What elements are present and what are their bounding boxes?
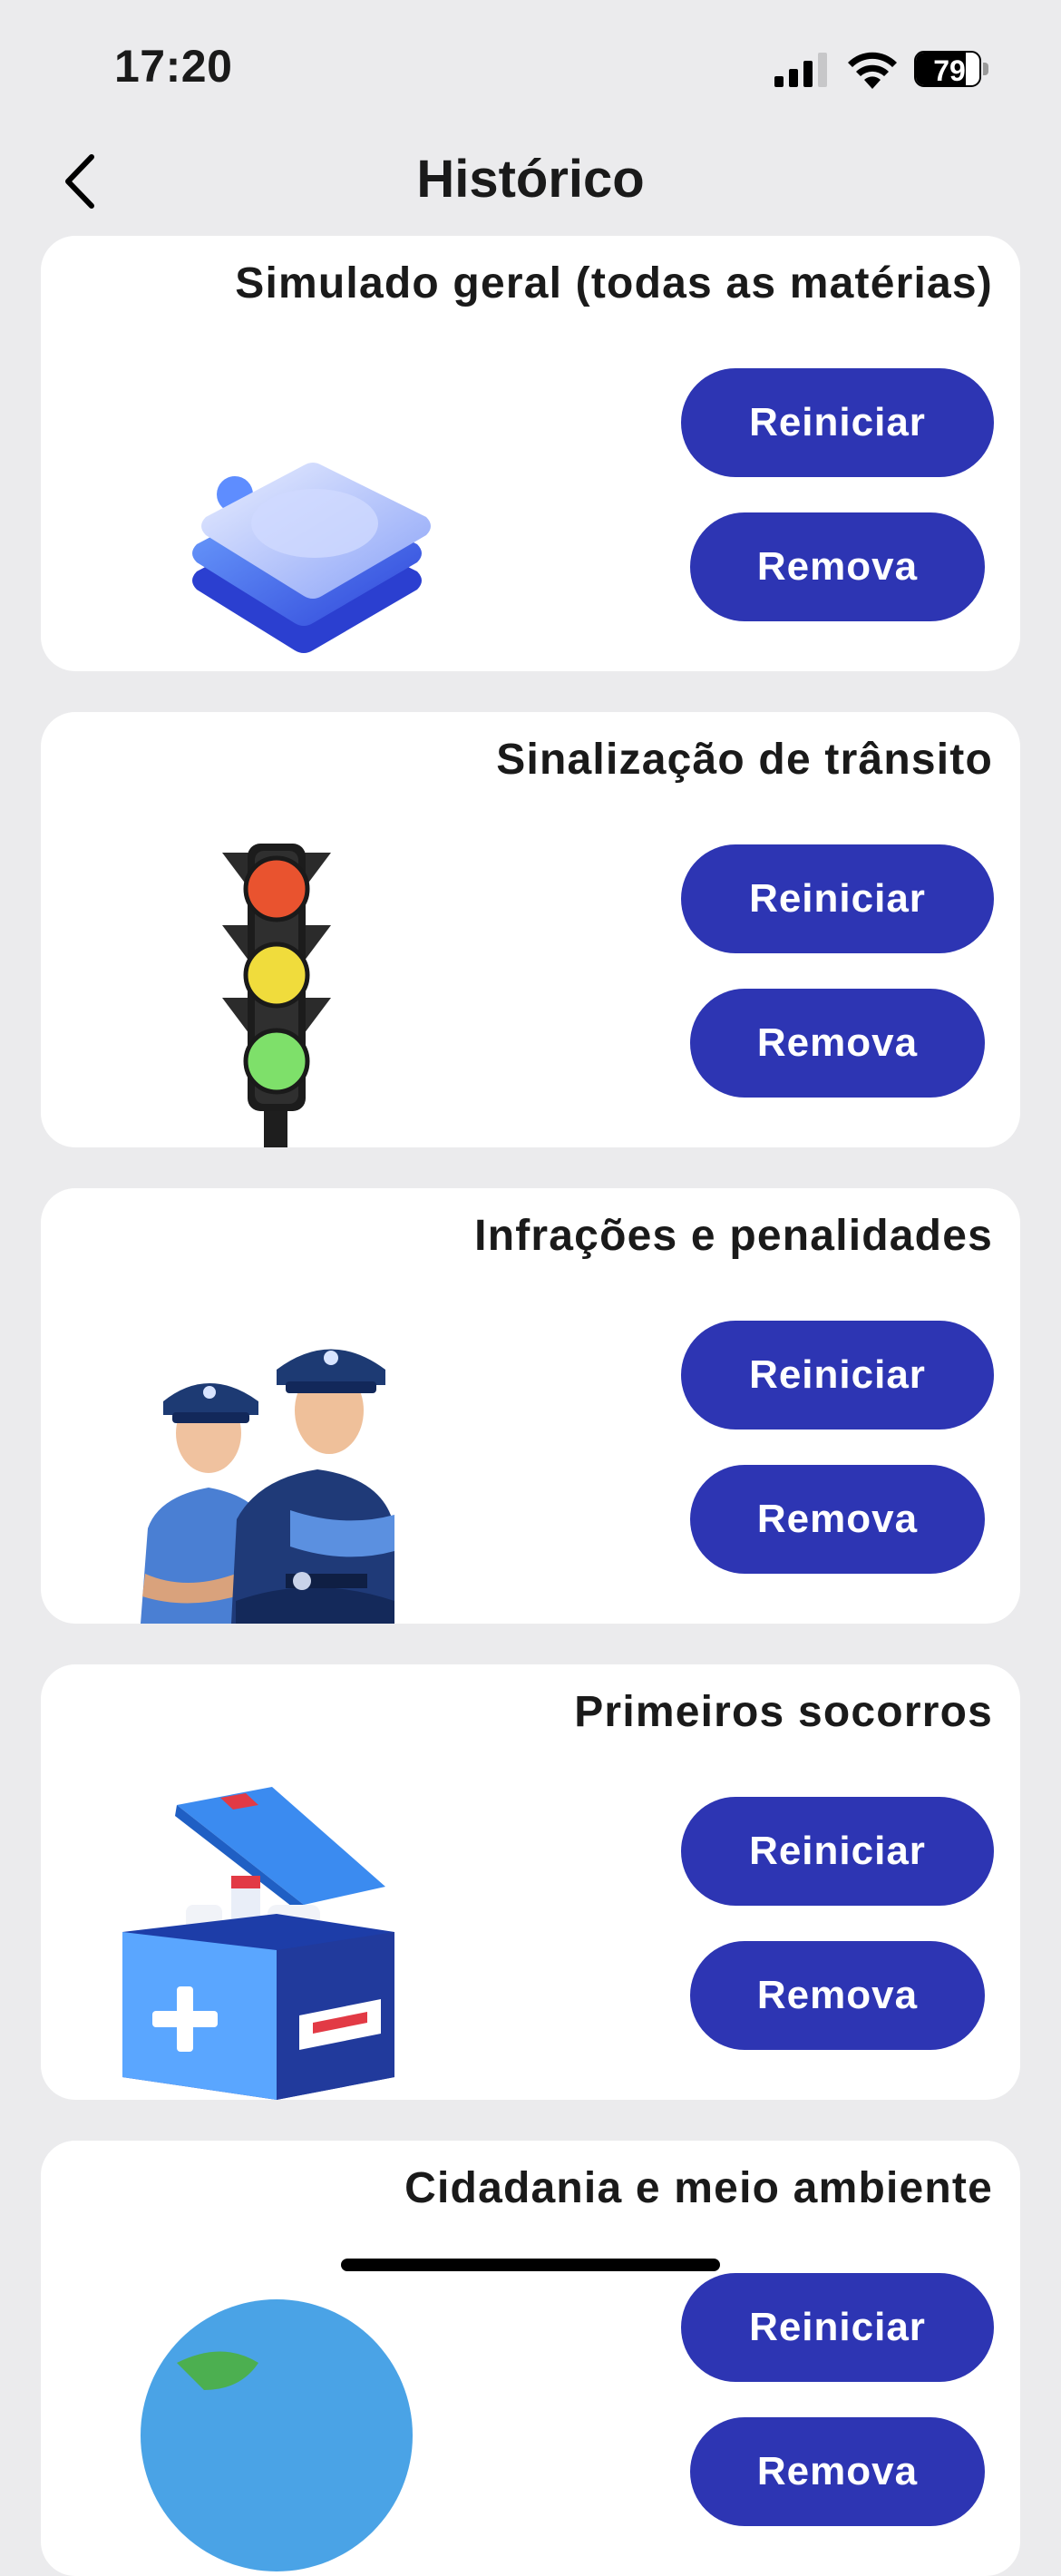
wifi-icon bbox=[848, 52, 897, 89]
remove-button[interactable]: Remova bbox=[690, 2417, 985, 2526]
navigation-bar: Histórico bbox=[0, 136, 1061, 227]
card-title: Simulado geral (todas as matérias) bbox=[235, 259, 993, 307]
traffic-light-icon bbox=[222, 844, 331, 1147]
history-card: Cidadania e meio ambiente Reiniciar Remo… bbox=[41, 2141, 1020, 2576]
reset-button[interactable]: Reiniciar bbox=[681, 1797, 994, 1906]
globe-icon bbox=[141, 2299, 413, 2571]
battery-icon: 79 bbox=[914, 51, 990, 87]
reset-button[interactable]: Reiniciar bbox=[681, 844, 994, 953]
stacked-layers-icon bbox=[192, 463, 431, 653]
remove-button[interactable]: Remova bbox=[690, 1465, 985, 1574]
remove-button[interactable]: Remova bbox=[690, 512, 985, 621]
battery-level: 79 bbox=[933, 54, 966, 87]
reset-button[interactable]: Reiniciar bbox=[681, 2273, 994, 2382]
status-time: 17:20 bbox=[114, 41, 233, 92]
card-title: Infrações e penalidades bbox=[474, 1212, 993, 1260]
history-card: Primeiros socorros Reiniciar Remova bbox=[41, 1664, 1020, 2100]
remove-button[interactable]: Remova bbox=[690, 1941, 985, 2050]
remove-button[interactable]: Remova bbox=[690, 989, 985, 1098]
reset-button[interactable]: Reiniciar bbox=[681, 1321, 994, 1429]
home-indicator[interactable] bbox=[341, 2259, 720, 2271]
cellular-signal-icon bbox=[774, 53, 827, 87]
history-card: Infrações e penalidades Reiniciar Remova bbox=[41, 1188, 1020, 1624]
page-title: Histórico bbox=[416, 150, 645, 209]
card-title: Cidadania e meio ambiente bbox=[404, 2164, 993, 2212]
card-title: Primeiros socorros bbox=[574, 1688, 993, 1736]
history-card: Simulado geral (todas as matérias) Reini… bbox=[41, 236, 1020, 671]
status-bar: 17:20 79 bbox=[0, 0, 1061, 136]
police-officers-icon bbox=[141, 1349, 394, 1624]
first-aid-kit-icon bbox=[122, 1787, 394, 2100]
reset-button[interactable]: Reiniciar bbox=[681, 368, 994, 477]
card-title: Sinalização de trânsito bbox=[496, 736, 993, 784]
history-card: Sinalização de trânsito Reiniciar Remova bbox=[41, 712, 1020, 1147]
